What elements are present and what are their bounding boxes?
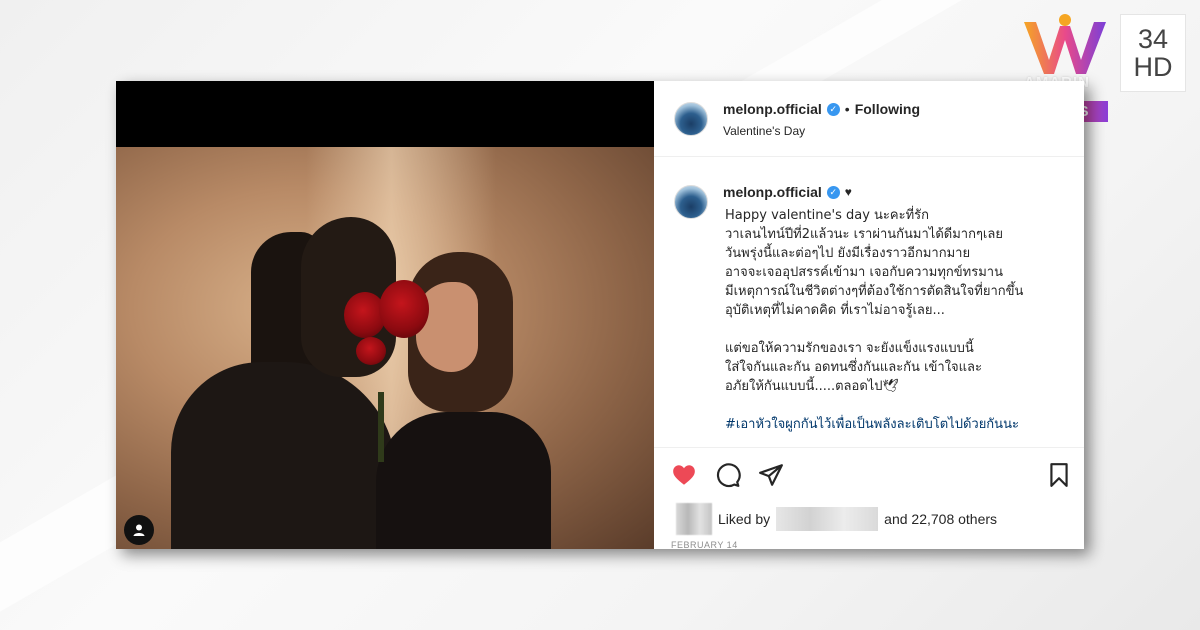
caption-area: melonp.official ✓ ♥ Happy valentine's da… bbox=[654, 157, 1084, 447]
hashtag-link[interactable]: #เอาหัวใจผูกกันไว้เพื่อเป็นพลังละเติบโตไ… bbox=[725, 417, 1019, 432]
post-photo[interactable] bbox=[116, 147, 654, 549]
verified-badge-icon: ✓ bbox=[826, 185, 840, 199]
separator-dot: • bbox=[844, 101, 850, 117]
username-link[interactable]: melonp.official bbox=[723, 101, 822, 117]
caption-username-link[interactable]: melonp.official bbox=[723, 184, 822, 200]
bookmark-icon[interactable] bbox=[1046, 462, 1072, 488]
share-icon[interactable] bbox=[758, 462, 784, 488]
caption-text-block: Happy valentine's day นะคะที่รัก วาเลนไท… bbox=[725, 206, 1075, 434]
post-date: FEBRUARY 14 bbox=[671, 540, 738, 549]
user-tag-icon bbox=[133, 524, 145, 536]
action-bar: Liked by and 22,708 others FEBRUARY 14 bbox=[654, 447, 1084, 549]
heart-icon[interactable] bbox=[671, 462, 697, 488]
following-button[interactable]: Following bbox=[855, 101, 920, 117]
rose-stem bbox=[378, 392, 384, 462]
heart-emoji: ♥ bbox=[844, 185, 852, 199]
post-media[interactable] bbox=[116, 81, 654, 549]
caption-text: Happy valentine's day นะคะที่รัก วาเลนไท… bbox=[725, 208, 1024, 394]
avatar[interactable] bbox=[674, 102, 708, 136]
comment-icon[interactable] bbox=[715, 462, 741, 488]
caption-avatar[interactable] bbox=[674, 185, 708, 219]
photo-figure bbox=[376, 412, 551, 549]
channel-number-box: 34 HD bbox=[1120, 14, 1186, 92]
rose-icon bbox=[356, 337, 386, 365]
liked-by-label: Liked by bbox=[718, 511, 771, 527]
rose-icon bbox=[379, 280, 429, 338]
post-sidebar: melonp.official ✓ • Following Valentine'… bbox=[654, 81, 1084, 549]
instagram-post-card: melonp.official ✓ • Following Valentine'… bbox=[116, 81, 1084, 549]
liked-by-count[interactable]: and 22,708 others bbox=[884, 511, 997, 527]
channel-hd: HD bbox=[1133, 52, 1173, 82]
liker-name-blurred bbox=[776, 507, 879, 531]
location-link[interactable]: Valentine's Day bbox=[723, 124, 805, 138]
channel-number: 34 bbox=[1137, 24, 1169, 54]
likes-summary[interactable]: Liked by and 22,708 others bbox=[676, 503, 997, 535]
liker-avatar-blurred bbox=[676, 503, 712, 535]
tagged-users-button[interactable] bbox=[124, 515, 154, 545]
verified-badge-icon: ✓ bbox=[826, 102, 840, 116]
post-header: melonp.official ✓ • Following Valentine'… bbox=[654, 81, 1084, 157]
